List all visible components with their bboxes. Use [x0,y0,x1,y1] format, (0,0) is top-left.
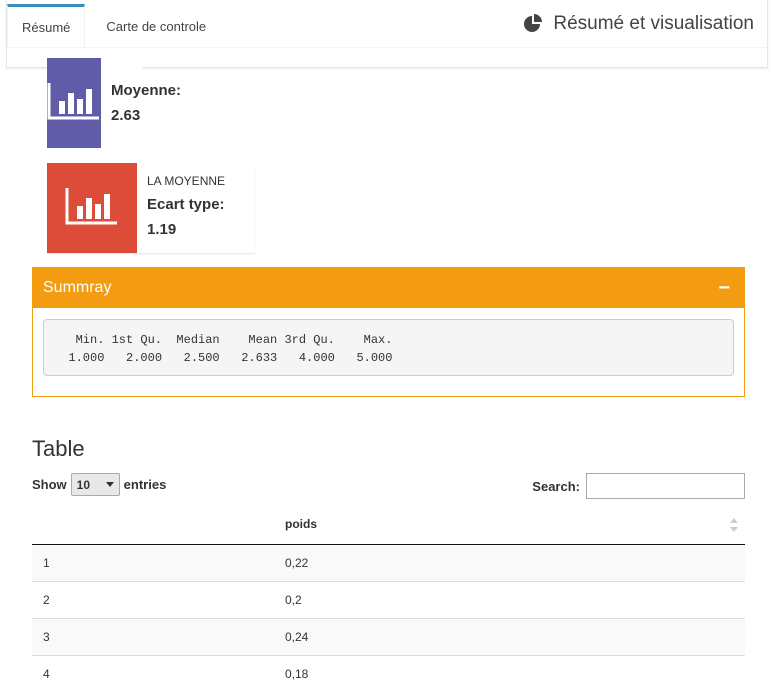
table-row[interactable]: 2 0,2 [32,580,745,618]
page-length-value: 10 [76,477,91,492]
table-header-row: poids [32,504,745,545]
sort-icon[interactable] [729,517,739,536]
data-table: poids 1 0,22 2 0,2 3 0,24 4 0,18 [32,504,745,692]
infobox-title: Ecart type: [147,196,225,213]
table-cell-poids: 0,24 [282,617,745,655]
infobox-title: Moyenne: [111,82,182,99]
infobox-icon-container [47,163,137,253]
column-header-poids[interactable]: poids [282,504,745,545]
column-header-label: poids [285,516,317,531]
dropdown-arrow-icon [105,482,114,487]
table-cell-poids: 0,18 [282,654,745,692]
tabbox-title-text: Résumé et visualisation [553,13,754,34]
summary-output-header: Min. 1st Qu. Median Mean 3rd Qu. Max. [54,333,400,347]
entries-label: entries [123,477,167,492]
tabbox-title: Résumé et visualisation [523,13,754,35]
summary-box-header: Summray − [33,268,744,308]
bar-chart-icon [47,81,101,126]
infobox-ecart-type: LA MOYENNE Ecart type: 1.19 [47,163,255,253]
pie-chart-icon [523,14,543,34]
tab-resume[interactable]: Résumé [7,4,86,48]
bar-chart-icon [65,186,119,231]
table-title: Table [32,436,85,461]
table-cell-index: 2 [32,580,282,618]
table-cell-index: 1 [32,543,282,581]
table-cell-poids: 0,22 [282,543,745,581]
tab-bar: Résumé Carte de controle [7,4,227,48]
summary-output-values: 1.000 2.000 2.500 2.633 4.000 5.000 [54,351,400,365]
table-cell-index: 3 [32,617,282,655]
table-row[interactable]: 1 0,22 [32,543,745,581]
page-length-control: Show 10 entries [32,473,166,496]
page-length-select[interactable]: 10 [70,473,120,496]
search-control: Search: [532,473,745,499]
summary-box: Summray − Min. 1st Qu. Median Mean 3rd Q… [32,267,745,397]
table-row[interactable]: 3 0,24 [32,617,745,655]
tab-divider [7,47,767,48]
collapse-button[interactable]: − [714,278,734,298]
infobox-content: Moyenne: 2.63 [101,58,191,148]
summary-output: Min. 1st Qu. Median Mean 3rd Qu. Max. 1.… [43,319,734,376]
infobox-icon-container [47,58,101,148]
table-cell-poids: 0,2 [282,580,745,618]
infobox-content: LA MOYENNE Ecart type: 1.19 [137,163,235,253]
show-label: Show [32,477,67,492]
table-cell-index: 4 [32,654,282,692]
infobox-value: 1.19 [147,221,177,238]
infobox-value: 2.63 [111,107,141,124]
infobox-moyenne: Moyenne: 2.63 [47,58,181,148]
tab-carte-de-controle[interactable]: Carte de controle [85,4,227,48]
infobox-subtitle: LA MOYENNE [147,174,226,188]
table-row[interactable]: 4 0,18 [32,654,745,692]
summary-box-title: Summray [43,279,112,296]
search-label: Search: [532,478,580,494]
column-header-index[interactable] [32,504,282,545]
search-input[interactable] [586,473,745,499]
